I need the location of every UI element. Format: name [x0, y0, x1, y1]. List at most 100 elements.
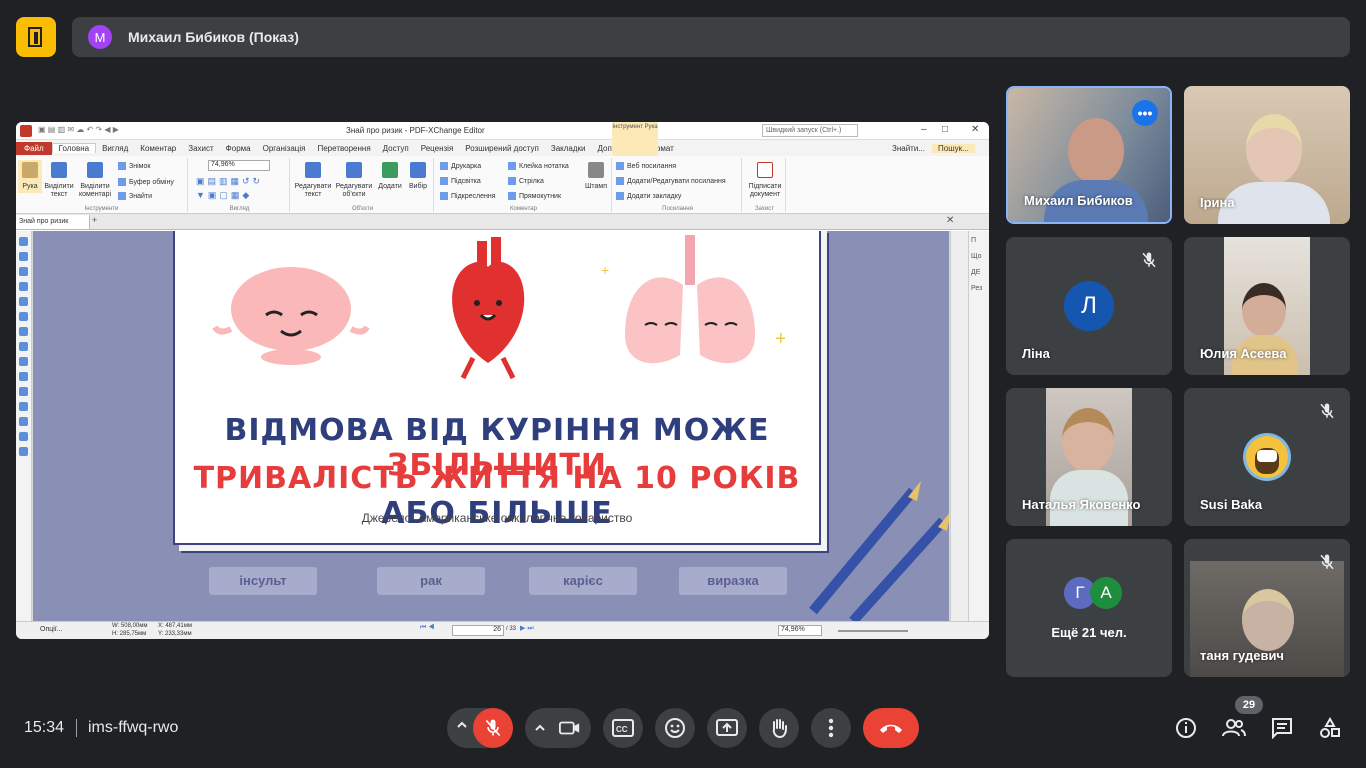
page-nav-prev-icons[interactable]: ⏮ ◀ — [420, 624, 435, 632]
document-area: + + ВІДМОВА ВІД КУРІННЯ МОЖЕ ЗБІЛЬШИТИ Т… — [16, 231, 989, 621]
minimize-icon[interactable]: – — [921, 124, 927, 135]
zoom-slider[interactable] — [838, 630, 908, 632]
tool-icon[interactable] — [19, 252, 28, 261]
arrow-button[interactable]: Стрілка — [508, 177, 544, 185]
tab-form[interactable]: Форма — [220, 144, 257, 153]
more-participants-tile[interactable]: Г А Ещё 21 чел. — [1006, 539, 1172, 677]
new-tab-icon[interactable]: + — [92, 215, 97, 225]
tool-icon[interactable] — [19, 297, 28, 306]
tool-icon[interactable] — [19, 357, 28, 366]
tab-comment[interactable]: Коментар — [134, 144, 182, 153]
highlight-button[interactable]: Підсвітка — [440, 177, 481, 185]
reactions-button[interactable] — [655, 708, 695, 748]
add-edit-links-button[interactable]: Додати/Редагувати посилання — [616, 177, 726, 185]
mic-toggle-button[interactable] — [473, 708, 513, 748]
tab-view[interactable]: Вигляд — [96, 144, 134, 153]
tab-home[interactable]: Головна — [51, 143, 97, 153]
more-options-button[interactable] — [811, 708, 851, 748]
sticky-note-button[interactable]: Клейка нотатка — [508, 162, 569, 170]
options-button[interactable]: Опції... — [40, 626, 63, 633]
tool-icon[interactable] — [19, 282, 28, 291]
tab-convert[interactable]: Перетворення — [311, 144, 376, 153]
edit-objects-button[interactable]: Редагувати об'єкти — [334, 162, 374, 199]
captions-button[interactable]: CC — [603, 708, 643, 748]
tab-protect[interactable]: Захист — [182, 144, 219, 153]
tool-icon[interactable] — [19, 447, 28, 456]
tab-file[interactable]: Файл — [16, 141, 52, 155]
find-button[interactable]: Знайти... — [886, 144, 931, 153]
select-comments-icon — [87, 162, 103, 178]
tab-advanced-share[interactable]: Розширений доступ — [459, 144, 545, 153]
edit-text-button[interactable]: Редагувати текст — [294, 162, 332, 199]
tab-organize[interactable]: Організація — [257, 144, 312, 153]
participant-name: Ірина — [1200, 195, 1235, 210]
tool-icon[interactable] — [19, 327, 28, 336]
snapshot-button[interactable]: Знімок — [118, 162, 150, 170]
tool-icon[interactable] — [19, 312, 28, 321]
participant-tile[interactable]: Юлия Асеева — [1184, 237, 1350, 375]
underline-button[interactable]: Підкреслення — [440, 192, 496, 200]
view-tools-icons[interactable]: ▣▤▥▦↺↻ — [196, 176, 263, 187]
chat-icon[interactable] — [1270, 716, 1294, 740]
meeting-info-icon[interactable] — [1174, 716, 1198, 740]
add-button[interactable]: Додати — [376, 162, 404, 191]
people-icon[interactable] — [1222, 716, 1246, 740]
tab-share[interactable]: Доступ — [377, 144, 415, 153]
clipboard-button[interactable]: Буфер обміну — [118, 178, 174, 186]
view-tools-icons-2[interactable]: ▼▣▢▦◆ — [196, 190, 252, 201]
tool-icon[interactable] — [19, 432, 28, 441]
add-bookmark-button[interactable]: Додати закладку — [616, 192, 681, 200]
participant-tile[interactable]: ••• Михаил Бибиков — [1006, 86, 1172, 224]
group-tools-caption: Інструменти — [84, 206, 119, 212]
participant-tile[interactable]: таня гудевич — [1184, 539, 1350, 677]
tool-icon[interactable] — [19, 387, 28, 396]
sign-document-button[interactable]: Підписати документ — [746, 162, 784, 199]
quick-launch-input[interactable]: Швидкий запуск (Ctrl+.) — [762, 124, 858, 137]
meeting-time: 15:34 — [24, 719, 65, 736]
select-comments-button[interactable]: Виділити коментарі — [78, 162, 112, 199]
participant-tile[interactable]: Susi Baka — [1184, 388, 1350, 526]
rectangle-button[interactable]: Прямокутник — [508, 192, 561, 200]
camera-options-chevron-icon[interactable] — [533, 721, 547, 735]
web-links-button[interactable]: Веб посилання — [616, 162, 676, 170]
zoom-select[interactable]: 74,96% — [208, 160, 270, 171]
vertical-scrollbar[interactable] — [950, 231, 968, 621]
close-icon[interactable]: ✕ — [971, 124, 979, 135]
stamp-button[interactable]: Штамп — [582, 162, 610, 191]
activities-icon[interactable] — [1318, 716, 1342, 740]
mic-options-chevron-icon[interactable] — [455, 718, 469, 732]
presenter-banner: М Михаил Бибиков (Показ) — [72, 17, 1350, 57]
select-button[interactable]: Вибір — [404, 162, 432, 191]
tool-icon[interactable] — [19, 342, 28, 351]
page-nav-next-icons[interactable]: ▶ ⏭ — [520, 624, 534, 633]
mic-off-icon — [1320, 403, 1334, 419]
present-button[interactable] — [707, 708, 747, 748]
zoom-field[interactable]: 74,96% — [778, 625, 822, 636]
participant-tile[interactable]: Наталья Яковенко — [1006, 388, 1172, 526]
sign-icon — [757, 162, 773, 178]
select-text-button[interactable]: Виділити текст — [44, 162, 74, 199]
end-call-button[interactable] — [863, 708, 919, 748]
more-options-icon[interactable]: ••• — [1132, 100, 1158, 126]
participant-tile[interactable]: Л Ліна — [1006, 237, 1172, 375]
participant-avatar: А — [1090, 577, 1122, 609]
tab-bookmarks[interactable]: Закладки — [545, 144, 592, 153]
search-button[interactable]: Пошук... — [932, 143, 975, 153]
quick-access-toolbar[interactable]: ▣ ▤ ▥ ✉ ☁ ↶ ↷ ◀ ▶ — [38, 125, 119, 134]
maximize-icon[interactable]: □ — [942, 124, 948, 135]
close-doc-icon[interactable]: ✕ — [946, 215, 954, 226]
page-number-input[interactable]: 26 — [452, 625, 504, 636]
tool-icon[interactable] — [19, 267, 28, 276]
find-ribbon-button[interactable]: Знайти — [118, 192, 152, 200]
raise-hand-button[interactable] — [759, 708, 799, 748]
hand-tool-button[interactable]: Рука — [18, 160, 42, 193]
tool-icon[interactable] — [19, 237, 28, 246]
tool-icon[interactable] — [19, 372, 28, 381]
tool-icon[interactable] — [19, 402, 28, 411]
tool-icon[interactable] — [19, 417, 28, 426]
camera-icon[interactable] — [559, 718, 581, 738]
tab-review[interactable]: Рецензія — [415, 144, 460, 153]
participant-tile[interactable]: Ірина — [1184, 86, 1350, 224]
doc-tab[interactable]: Знай про ризик — [16, 215, 90, 229]
typewriter-button[interactable]: Друкарка — [440, 162, 481, 170]
